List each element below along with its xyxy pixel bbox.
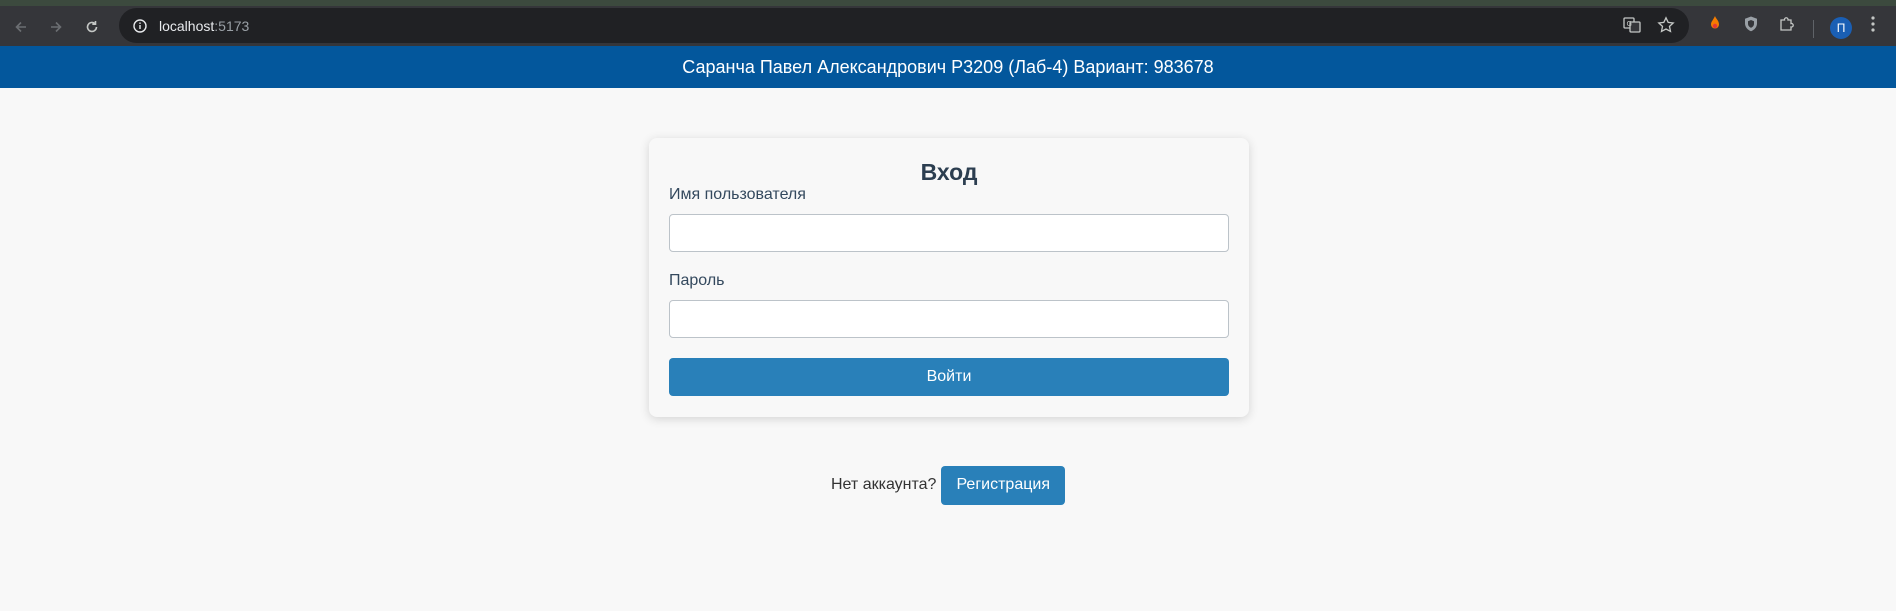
site-info-icon[interactable] (131, 17, 149, 35)
extension-shield-icon[interactable] (1742, 15, 1760, 33)
username-label: Имя пользователя (669, 186, 806, 203)
extension-fire-icon[interactable] (1706, 15, 1724, 33)
header-title: Саранча Павел Александрович Р3209 (Лаб-4… (682, 56, 1214, 77)
register-row: Нет аккаунта? Регистрация (0, 465, 1896, 505)
login-title: Вход (920, 159, 978, 185)
url-port: :5173 (214, 17, 250, 34)
browser-toolbar: localhost:5173 G П (0, 0, 1896, 46)
password-input[interactable] (669, 300, 1229, 338)
toolbar-divider (1813, 20, 1814, 38)
translate-icon[interactable]: G (1623, 16, 1641, 39)
browser-menu-icon[interactable] (1866, 15, 1880, 33)
back-icon[interactable] (9, 15, 33, 39)
url-host: localhost (159, 17, 215, 34)
bookmark-star-icon[interactable] (1657, 16, 1675, 39)
register-button[interactable]: Регистрация (941, 465, 1065, 505)
profile-avatar[interactable]: П (1830, 17, 1852, 39)
login-card: Вход Имя пользователя Пароль Войти (649, 138, 1249, 417)
register-prompt: Нет аккаунта? (831, 476, 937, 493)
extensions-puzzle-icon[interactable] (1778, 15, 1796, 33)
forward-icon[interactable] (44, 15, 68, 39)
username-input[interactable] (669, 214, 1229, 252)
reload-icon[interactable] (80, 15, 104, 39)
login-button[interactable]: Войти (669, 358, 1229, 396)
url-text: localhost:5173 (159, 18, 249, 34)
password-label: Пароль (669, 272, 725, 289)
address-bar[interactable]: localhost:5173 G (119, 8, 1689, 43)
app-header: Саранча Павел Александрович Р3209 (Лаб-4… (0, 46, 1896, 88)
svg-text:G: G (1627, 20, 1632, 28)
